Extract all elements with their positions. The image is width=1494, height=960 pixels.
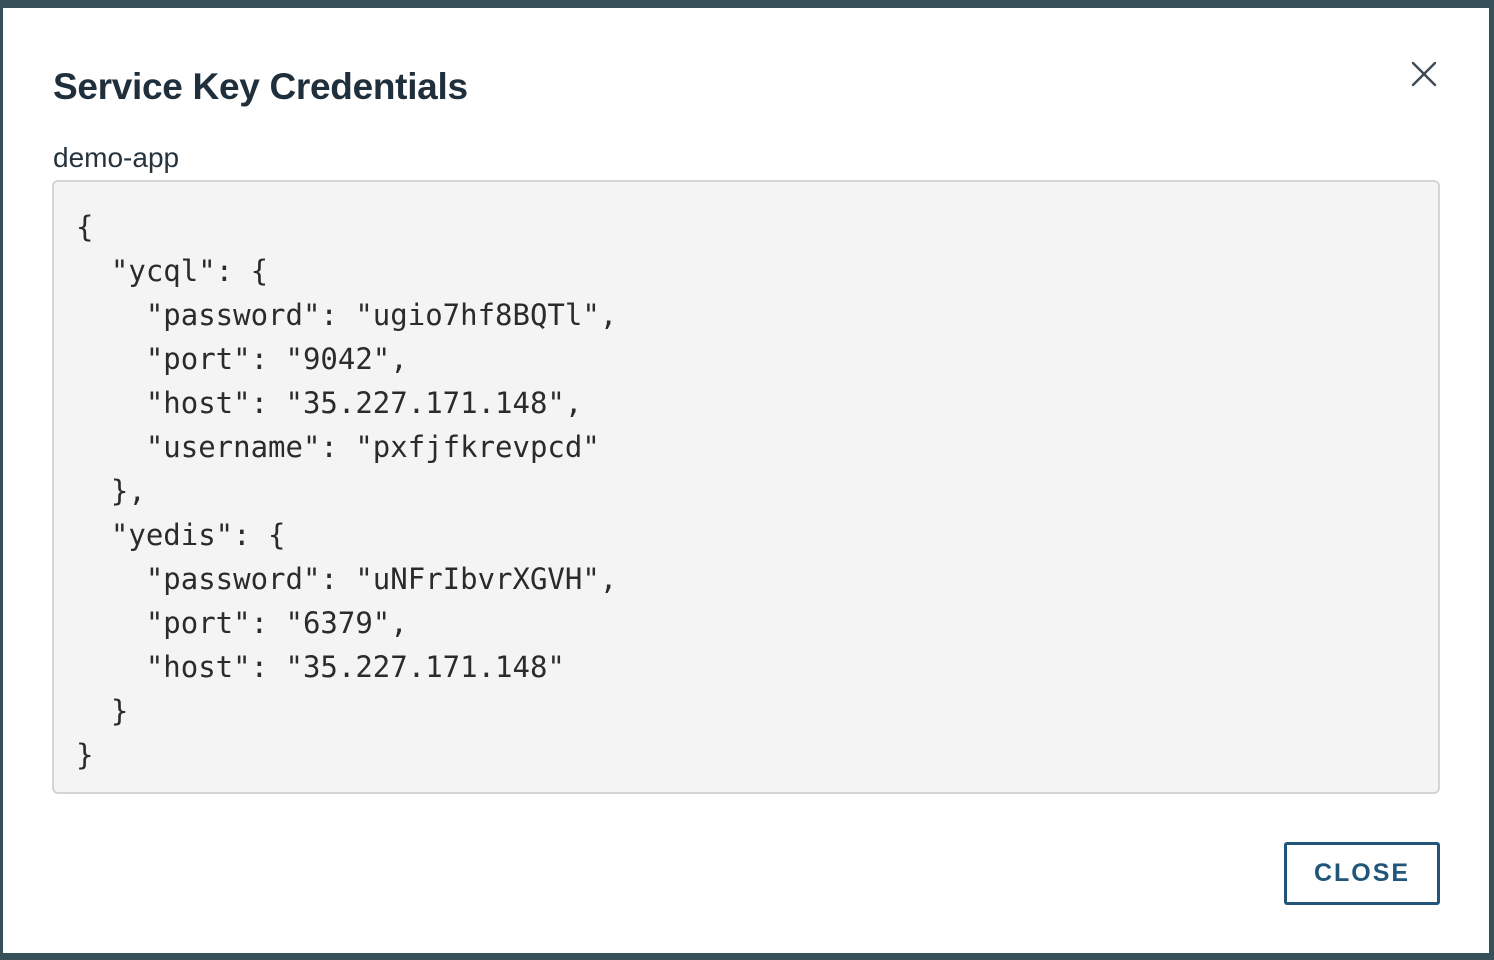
close-icon-glyph bbox=[1411, 61, 1437, 87]
service-key-credentials-dialog: Service Key Credentials demo-app { "ycql… bbox=[3, 8, 1489, 953]
close-button[interactable]: CLOSE bbox=[1284, 842, 1440, 905]
dialog-title: Service Key Credentials bbox=[53, 66, 468, 107]
service-name-label: demo-app bbox=[53, 142, 180, 173]
credentials-code-block: { "ycql": { "password": "ugio7hf8BQTl", … bbox=[52, 180, 1440, 794]
credentials-json-text: { "ycql": { "password": "ugio7hf8BQTl", … bbox=[76, 210, 618, 772]
close-icon[interactable] bbox=[1407, 57, 1441, 91]
